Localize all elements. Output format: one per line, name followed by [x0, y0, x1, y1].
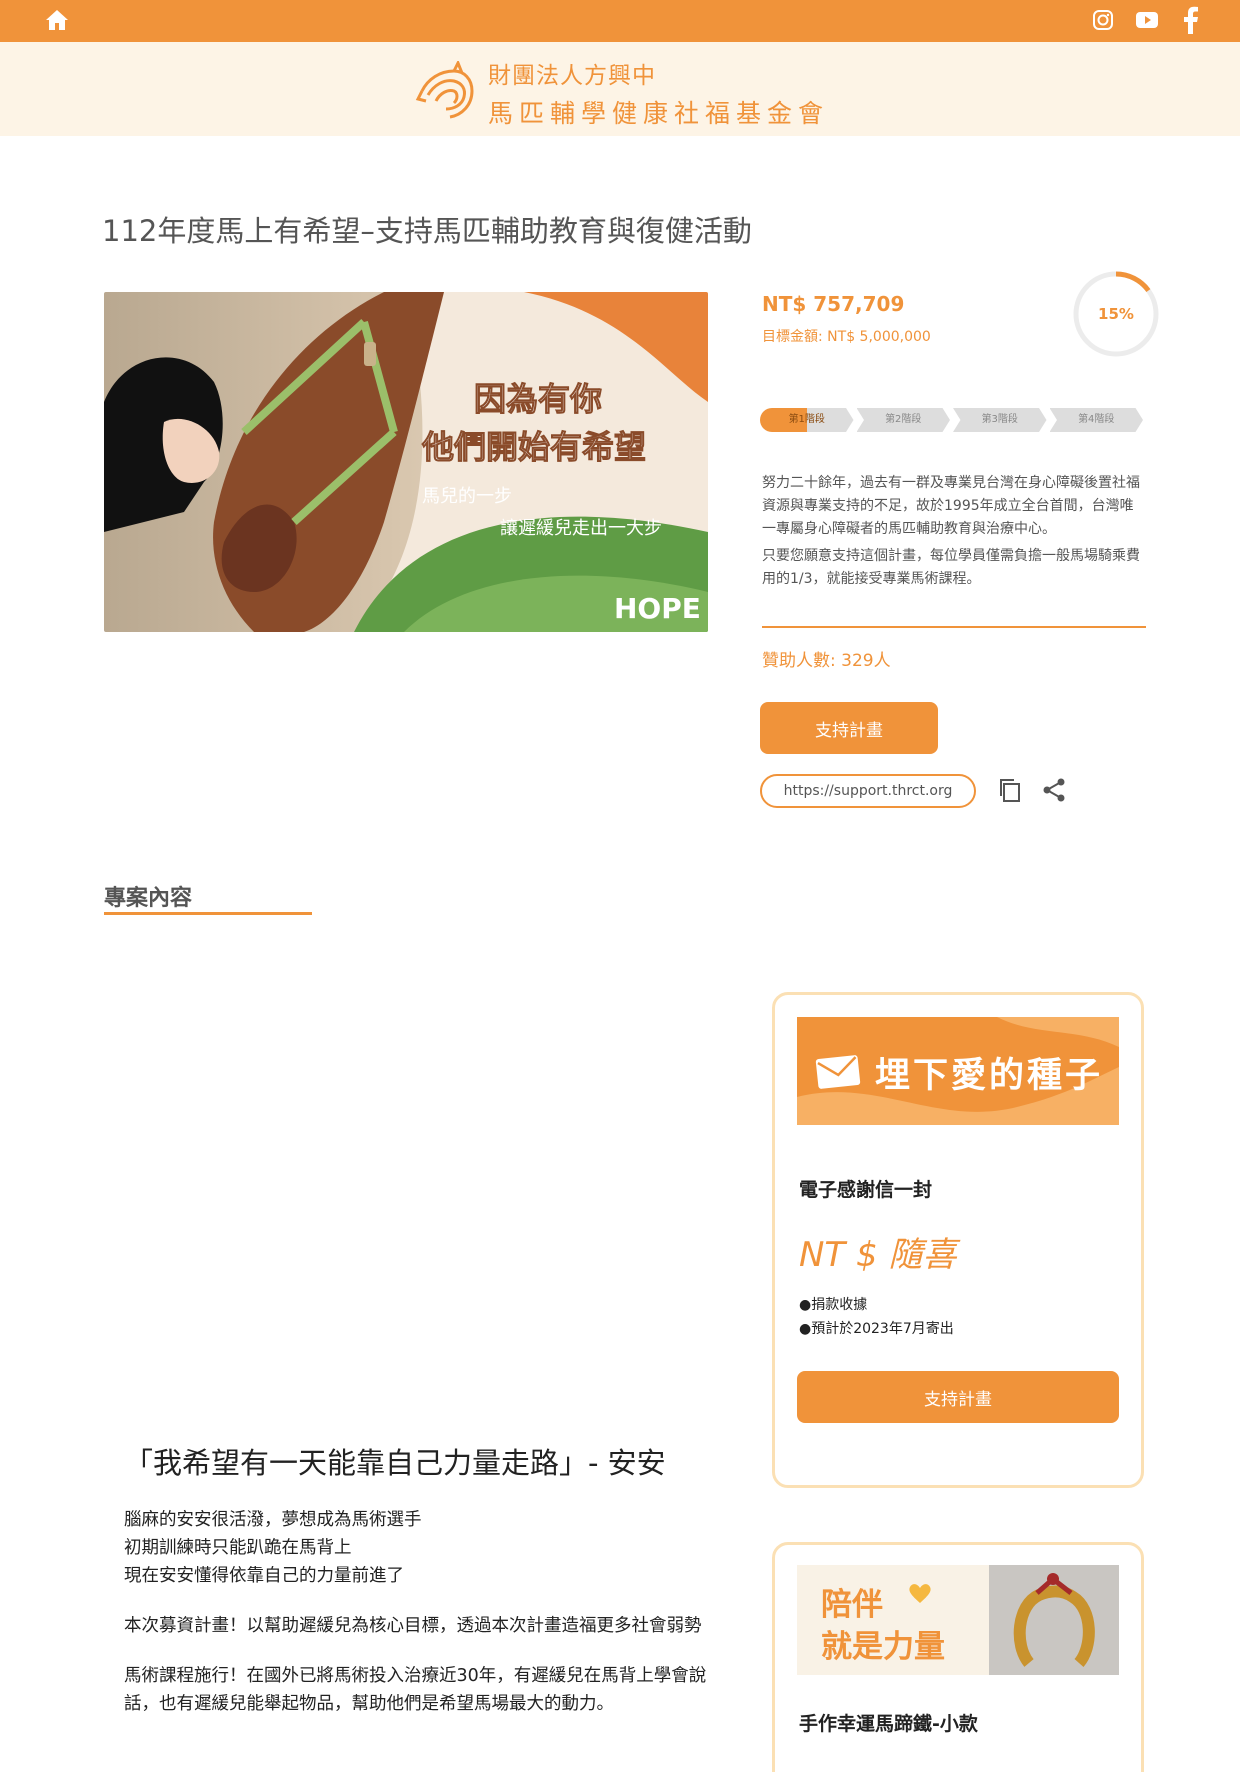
- reward-banner: 埋下愛的種子: [797, 1017, 1119, 1125]
- hero-hope-logo: HOPE: [614, 592, 701, 625]
- story-line: 腦麻的安安很活潑，夢想成為馬術選手: [124, 1510, 422, 1530]
- facebook-icon[interactable]: [1178, 6, 1204, 34]
- raised-amount: NT$ 757,709: [762, 292, 905, 316]
- section-underline: [104, 912, 312, 915]
- mail-icon: [815, 1053, 861, 1089]
- horse-logo-icon: [414, 59, 478, 125]
- hero-image: 因為有你 他們開始有希望 馬兒的一步 讓遲緩兒走出一大步 HOPE: [104, 292, 708, 632]
- divider: [762, 626, 1146, 628]
- story-body: 腦麻的安安很活潑，夢想成為馬術選手 初期訓練時只能趴跪在馬背上 現在安安懂得依靠…: [124, 1506, 712, 1740]
- story-paragraph: 本次募資計畫！以幫助遲緩兒為核心目標，透過本次計畫造福更多社會弱勢: [124, 1612, 712, 1640]
- project-description: 努力二十餘年，過去有一群及專業見台灣在身心障礙後置社福資源與專業支持的不足，故於…: [762, 472, 1146, 595]
- reward-note: ●預計於2023年7月寄出: [799, 1321, 954, 1337]
- goal-amount: 目標金額: NT$ 5,000,000: [762, 329, 931, 345]
- hero-sub2: 讓遲緩兒走出一大步: [500, 518, 662, 539]
- description-paragraph: 努力二十餘年，過去有一群及專業見台灣在身心障礙後置社福資源與專業支持的不足，故於…: [762, 475, 1140, 537]
- stage-progress: 第1階段 第2階段 第3階段 第4階段: [760, 408, 1146, 432]
- reward-title: 電子感謝信一封: [799, 1179, 933, 1201]
- heart-icon: [907, 1581, 933, 1605]
- reward-notes: ●捐款收據 ●預計於2023年7月寄出: [799, 1293, 954, 1341]
- story-line: 初期訓練時只能趴跪在馬背上: [124, 1538, 352, 1558]
- stage-1: 第1階段: [760, 408, 854, 432]
- story-line: 馬術課程施行！在國外已將馬術投入治療近30年，有遲緩兒在馬背上學會說話，也有遲緩…: [124, 1666, 707, 1714]
- reward-support-button[interactable]: 支持計畫: [797, 1371, 1119, 1423]
- stage-3: 第3階段: [953, 408, 1047, 432]
- page-title: 112年度馬上有希望–支持馬匹輔助教育與復健活動: [102, 214, 752, 248]
- support-project-button[interactable]: 支持計畫: [760, 702, 938, 754]
- horseshoe-image: [989, 1565, 1119, 1675]
- reward-banner-text: 埋下愛的種子: [875, 1056, 1104, 1096]
- home-icon[interactable]: [44, 8, 70, 32]
- stage-4: 第4階段: [1049, 408, 1143, 432]
- top-nav-bar: [0, 0, 1240, 42]
- hero-headline1: 因為有你: [474, 380, 602, 418]
- reward-card[interactable]: 埋下愛的種子 電子感謝信一封 NT $ 隨喜 ●捐款收據 ●預計於2023年7月…: [772, 992, 1144, 1488]
- copy-icon[interactable]: [996, 776, 1024, 804]
- brand-name-line1: 財團法人方興中: [488, 63, 656, 89]
- story-line: 本次募資計畫！以幫助遲緩兒為核心目標，透過本次計畫造福更多社會弱勢: [124, 1616, 702, 1636]
- stage-2: 第2階段: [856, 408, 950, 432]
- share-link-field[interactable]: https://support.thrct.org: [760, 774, 976, 808]
- instagram-icon[interactable]: [1090, 6, 1116, 34]
- story-quote: 「我希望有一天能靠自己力量走路」- 安安: [124, 1446, 666, 1480]
- reward-banner-line1: 陪伴: [821, 1587, 883, 1623]
- brand-logo-link[interactable]: 財團法人方興中 馬匹輔學健康社福基金會: [414, 56, 829, 130]
- story-paragraph: 馬術課程施行！在國外已將馬術投入治療近30年，有遲緩兒在馬背上學會說話，也有遲緩…: [124, 1662, 712, 1718]
- reward-banner-line2: 就是力量: [821, 1629, 945, 1665]
- section-title: 專案內容: [104, 886, 193, 911]
- description-paragraph: 只要您願意支持這個計畫，每位學員僅需負擔一般馬場騎乘費用的1/3，就能接受專業馬…: [762, 548, 1140, 587]
- social-links: [1090, 6, 1204, 34]
- hero-headline2: 他們開始有希望: [421, 428, 646, 466]
- progress-percent: 15%: [1098, 305, 1134, 323]
- reward-price: NT $ 隨喜: [799, 1235, 957, 1275]
- reward-title: 手作幸運馬蹄鐵-小款: [799, 1713, 978, 1735]
- hero-sub1: 馬兒的一步: [422, 486, 512, 507]
- brand-header: 財團法人方興中 馬匹輔學健康社福基金會: [0, 42, 1240, 136]
- backers-count: 贊助人數: 329人: [762, 651, 891, 671]
- story-line: 現在安安懂得依靠自己的力量前進了: [124, 1566, 404, 1586]
- reward-note: ●捐款收據: [799, 1297, 868, 1313]
- reward-banner: 陪伴 就是力量: [797, 1565, 1119, 1675]
- youtube-icon[interactable]: [1134, 6, 1160, 34]
- reward-card[interactable]: 陪伴 就是力量 手作幸運馬蹄鐵-小款: [772, 1542, 1144, 1772]
- brand-name-line2: 馬匹輔學健康社福基金會: [488, 99, 830, 128]
- story-paragraph: 腦麻的安安很活潑，夢想成為馬術選手 初期訓練時只能趴跪在馬背上 現在安安懂得依靠…: [124, 1506, 712, 1590]
- share-icon[interactable]: [1040, 776, 1068, 804]
